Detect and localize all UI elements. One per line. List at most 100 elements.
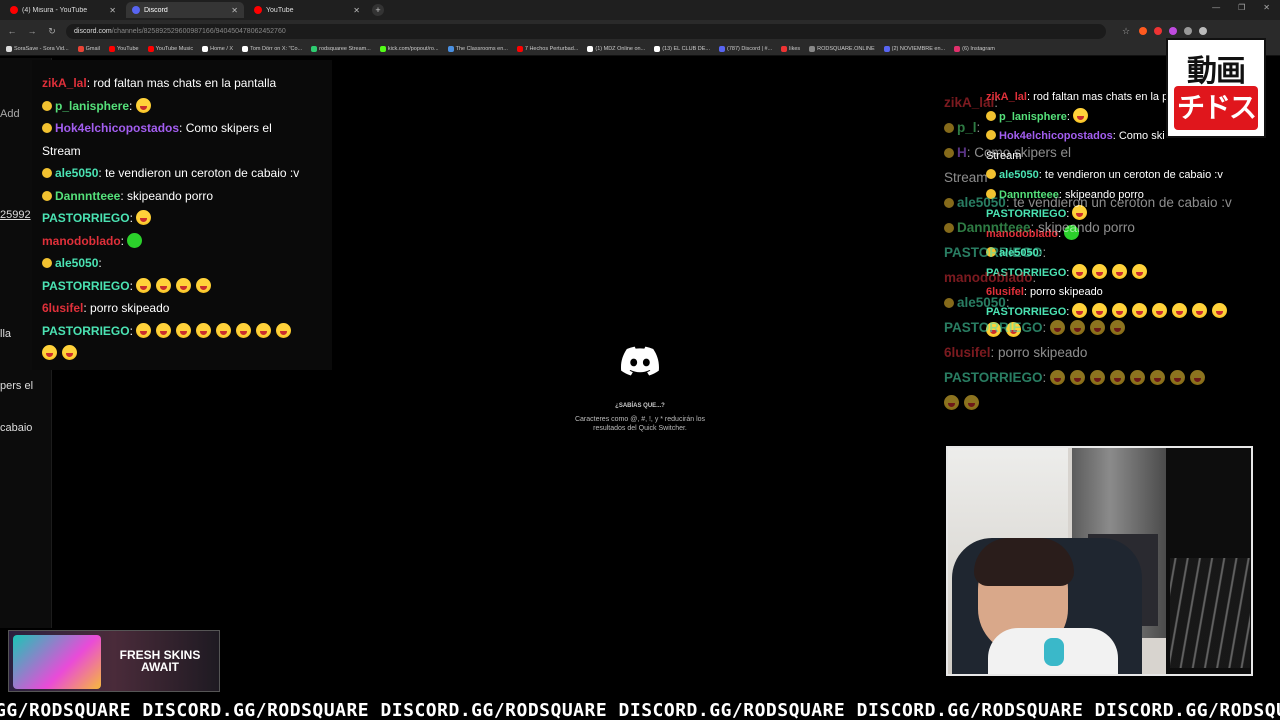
chat-message: PASTORRIEGO: bbox=[944, 315, 1264, 340]
emote-icon bbox=[1150, 370, 1166, 385]
browser-tab[interactable]: Discord ✕ bbox=[126, 2, 244, 18]
chat-username: PASTORRIEGO bbox=[944, 245, 1043, 260]
tab-list: (4) Misura - YouTube ✕ Discord ✕ YouTube ✕ bbox=[0, 2, 366, 18]
chat-message: ale5050: te vendieron un ceroton de caba… bbox=[42, 162, 332, 185]
bookmark-item[interactable]: rodsquaree Stream... bbox=[311, 45, 380, 52]
bookmark-favicon-icon bbox=[719, 45, 725, 52]
bookmarks-bar: SoraSave - Sora Vid... Gmail YouTube YouTub… bbox=[0, 42, 1280, 56]
star-icon[interactable]: ☆ bbox=[1120, 26, 1132, 37]
tab-close-icon[interactable]: ✕ bbox=[353, 6, 360, 15]
restore-icon[interactable]: ❐ bbox=[1238, 3, 1245, 12]
bookmark-favicon-icon bbox=[6, 45, 12, 52]
bookmark-label: Tom Dörr on X: "Co... bbox=[250, 45, 303, 52]
bookmark-item[interactable]: (1) MDZ Online on... bbox=[587, 45, 654, 52]
chat-text: porro skipeado bbox=[90, 301, 170, 315]
back-icon[interactable]: ← bbox=[6, 26, 18, 36]
chat-message: Stream bbox=[944, 165, 1264, 190]
bookmark-item[interactable]: 7 Hechos Perturbad... bbox=[516, 45, 588, 52]
user-badge-icon bbox=[42, 190, 52, 201]
tip-title: ¿SABÍAS QUE...? bbox=[615, 403, 665, 409]
chat-message: p_lanisphere: bbox=[42, 95, 332, 118]
bookmark-item[interactable]: YouTube Music bbox=[147, 45, 203, 52]
chat-separator: : bbox=[129, 278, 137, 293]
bookmark-item[interactable]: Home / X bbox=[202, 45, 242, 52]
tab-title: Discord bbox=[144, 6, 168, 14]
tip-body: Caracteres como @, #, !, y * reducirán l… bbox=[574, 416, 706, 432]
bookmark-item[interactable]: (2) NOVIEMBRE en... bbox=[883, 45, 955, 52]
bookmark-label: likes bbox=[789, 45, 801, 52]
extension-icon[interactable] bbox=[1169, 27, 1177, 35]
emote-icon bbox=[1050, 320, 1066, 335]
chat-username: Dannntteee bbox=[55, 188, 121, 203]
chat-username: p_lanisphere bbox=[55, 98, 130, 113]
emote-icon bbox=[1090, 370, 1106, 385]
browser-tab-bar: (4) Misura - YouTube ✕ Discord ✕ YouTube ✕ + … bbox=[0, 0, 1280, 20]
channel-id-fragment[interactable]: 25992 bbox=[0, 209, 31, 221]
discord-logo-icon bbox=[621, 346, 659, 376]
chat-username: PASTORRIEGO bbox=[944, 370, 1043, 385]
bookmark-item[interactable]: kick.com/popout/ro... bbox=[379, 45, 448, 52]
minimize-icon[interactable]: — bbox=[1212, 3, 1220, 12]
bookmark-item[interactable]: (13) EL CLUB DE... bbox=[654, 45, 719, 52]
user-badge-icon bbox=[944, 198, 954, 208]
bookmark-item[interactable]: likes bbox=[781, 45, 809, 52]
emote-icon bbox=[1070, 370, 1086, 385]
user-badge-icon bbox=[42, 123, 52, 133]
tab-favicon-icon bbox=[132, 6, 140, 14]
close-window-icon[interactable]: ✕ bbox=[1263, 3, 1270, 12]
chat-username: ale5050 bbox=[55, 256, 99, 270]
browser-tab[interactable]: YouTube ✕ bbox=[248, 2, 366, 18]
emote-icon bbox=[1170, 370, 1186, 385]
bookmark-item[interactable]: SoraSave - Sora Vid... bbox=[6, 45, 78, 52]
extension-icon[interactable] bbox=[1154, 27, 1162, 35]
emote-icon bbox=[127, 232, 143, 248]
bookmark-label: kick.com/popout/ro... bbox=[387, 45, 439, 52]
bookmark-item[interactable]: RODSQUARE.ONLINE bbox=[809, 45, 883, 52]
browser-tab[interactable]: (4) Misura - YouTube ✕ bbox=[4, 2, 122, 18]
chat-separator: : bbox=[120, 233, 128, 248]
bookmark-item[interactable]: YouTube bbox=[109, 45, 148, 52]
chat-message bbox=[42, 342, 332, 365]
chat-separator: : bbox=[98, 256, 102, 270]
bookmark-item[interactable]: (6) Instagram bbox=[954, 45, 1004, 52]
bookmark-favicon-icon bbox=[202, 45, 209, 52]
chat-username: PASTORRIEGO bbox=[42, 211, 130, 225]
bookmark-favicon-icon bbox=[242, 45, 249, 52]
bookmark-item[interactable]: (787) Discord | #... bbox=[719, 45, 781, 52]
chat-username: zikA_lal bbox=[944, 95, 995, 110]
chat-username: PASTORRIEGO bbox=[944, 320, 1043, 335]
bookmark-label: RODSQUARE.ONLINE bbox=[817, 45, 875, 52]
bookmark-favicon-icon bbox=[587, 45, 594, 52]
tab-title: (4) Misura - YouTube bbox=[22, 6, 88, 14]
forward-icon[interactable]: → bbox=[26, 26, 38, 36]
emote-icon bbox=[1190, 370, 1206, 385]
chat-message: PASTORRIEGO: bbox=[42, 275, 332, 298]
bookmark-item[interactable]: Tom Dörr on X: "Co... bbox=[242, 45, 311, 52]
reload-icon[interactable]: ↻ bbox=[46, 26, 58, 37]
url-bar[interactable]: discord.com/channels/825892529600987166/… bbox=[66, 23, 1106, 39]
chat-text: te vendieron un ceroton de cabaio :v bbox=[1013, 195, 1232, 210]
bookmark-favicon-icon bbox=[109, 45, 115, 52]
emote-icon bbox=[136, 210, 152, 225]
tab-close-icon[interactable]: ✕ bbox=[231, 6, 238, 15]
new-tab-button[interactable]: + bbox=[372, 4, 384, 16]
add-label[interactable]: Add bbox=[0, 108, 20, 120]
tab-close-icon[interactable]: ✕ bbox=[109, 6, 116, 15]
chat-message: ale5050: te vendieron un ceroton de caba… bbox=[944, 190, 1264, 215]
extension-icon[interactable] bbox=[1139, 27, 1147, 35]
profile-avatar[interactable] bbox=[1199, 27, 1207, 35]
bookmark-label: (1) MDZ Online on... bbox=[595, 45, 646, 52]
tab-favicon-icon bbox=[10, 6, 18, 14]
ad-banner[interactable]: FRESH SKINS AWAIT bbox=[8, 630, 220, 692]
logo-top-text: 動画 bbox=[1187, 54, 1246, 89]
webcam-feed bbox=[946, 446, 1253, 676]
emote-icon bbox=[276, 322, 292, 338]
message-fragment: lla bbox=[0, 328, 12, 340]
bookmark-favicon-icon bbox=[447, 45, 454, 52]
extension-icon[interactable] bbox=[1184, 27, 1192, 35]
emote-icon bbox=[964, 395, 979, 410]
bookmark-item[interactable]: The Classrooms en... bbox=[447, 45, 517, 52]
bookmark-item[interactable]: Gmail bbox=[77, 45, 109, 52]
chat-text: Stream bbox=[944, 170, 988, 185]
chat-message: ale5050: bbox=[42, 252, 332, 275]
